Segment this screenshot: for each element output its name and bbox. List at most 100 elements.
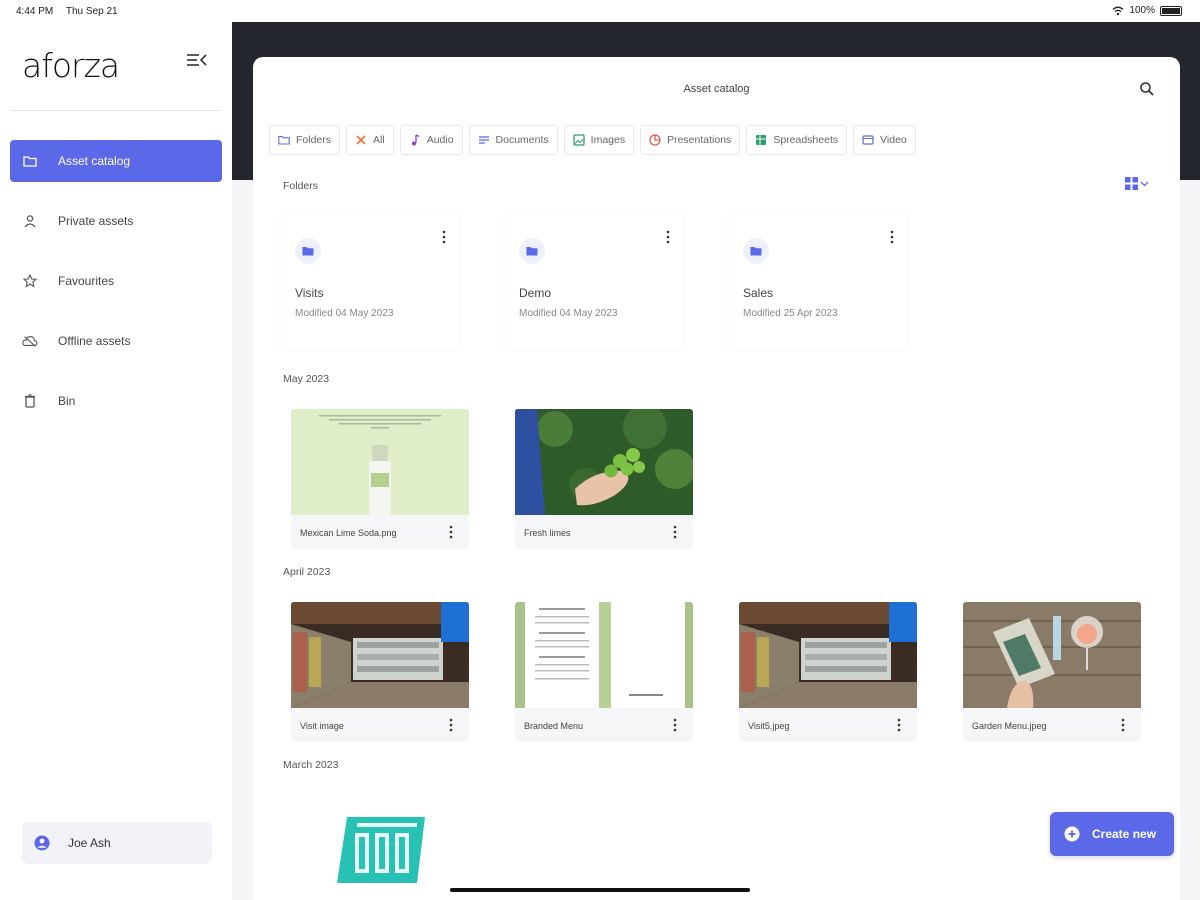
folder-card[interactable]: Visits Modified 04 May 2023 — [281, 212, 459, 350]
asset-thumbnail — [739, 602, 917, 708]
sidebar-item-private-assets[interactable]: Private assets — [10, 200, 222, 242]
asset-card[interactable]: Visit image — [291, 602, 469, 742]
folder-modified: Modified 25 Apr 2023 — [743, 308, 838, 319]
search-icon[interactable] — [1139, 81, 1155, 97]
asset-thumbnail — [291, 602, 469, 708]
more-options-icon[interactable] — [896, 718, 902, 732]
asset-name: Fresh limes — [524, 528, 571, 538]
sidebar-item-label: Favourites — [58, 274, 115, 288]
sidebar-item-label: Asset catalog — [58, 154, 131, 168]
folder-icon — [278, 134, 290, 146]
filter-label: Folders — [296, 134, 332, 146]
sidebar-item-label: Offline assets — [58, 334, 131, 348]
filter-label: Presentations — [667, 134, 732, 146]
filter-video[interactable]: Video — [853, 125, 916, 155]
folder-icon — [519, 238, 545, 264]
all-icon — [355, 134, 367, 146]
folder-card[interactable]: Sales Modified 25 Apr 2023 — [729, 212, 907, 350]
filter-label: Video — [880, 134, 907, 146]
presentation-icon — [649, 134, 661, 146]
sidebar: aforza Asset catalog Private assets Favo… — [0, 22, 232, 900]
filter-all[interactable]: All — [346, 125, 394, 155]
folder-modified: Modified 04 May 2023 — [295, 308, 394, 319]
more-options-icon[interactable] — [1120, 718, 1126, 732]
filter-folders[interactable]: Folders — [269, 125, 341, 155]
bin-icon — [22, 393, 38, 409]
sidebar-item-favourites[interactable]: Favourites — [10, 260, 222, 302]
asset-thumbnail — [515, 409, 693, 515]
spreadsheet-icon — [755, 134, 767, 146]
view-toggle-button[interactable] — [1125, 177, 1149, 190]
more-options-icon[interactable] — [448, 525, 454, 539]
filter-label: Images — [590, 134, 626, 146]
asset-name: Visit image — [300, 721, 344, 731]
asset-name: Branded Menu — [524, 721, 584, 731]
more-options-icon[interactable] — [889, 230, 895, 244]
section-label-may-2023: May 2023 — [283, 373, 330, 385]
asset-card[interactable]: Mexican Lime Soda.png — [291, 409, 469, 549]
folder-name: Sales — [743, 286, 774, 300]
sidebar-item-label: Private assets — [58, 214, 134, 228]
person-icon — [22, 213, 38, 229]
grid-view-icon — [1125, 177, 1138, 190]
music-note-icon — [409, 134, 421, 146]
sidebar-item-asset-catalog[interactable]: Asset catalog — [10, 140, 222, 182]
document-icon — [478, 134, 490, 146]
video-icon — [862, 134, 874, 146]
filter-spreadsheets[interactable]: Spreadsheets — [746, 125, 848, 155]
folder-card[interactable]: Demo Modified 04 May 2023 — [505, 212, 683, 350]
folder-icon — [295, 238, 321, 264]
collapse-sidebar-icon[interactable] — [186, 52, 208, 68]
section-label-march-2023: March 2023 — [283, 759, 339, 771]
create-new-label: Create new — [1092, 827, 1157, 841]
asset-name: Garden Menu.jpeg — [972, 721, 1047, 731]
asset-card[interactable]: Branded Menu — [515, 602, 693, 742]
asset-thumbnail — [291, 409, 469, 515]
add-circle-icon — [1064, 826, 1080, 842]
asset-thumbnail — [515, 602, 693, 708]
filter-label: Audio — [426, 134, 454, 146]
app-logo: aforza — [22, 46, 120, 85]
battery-icon — [1160, 5, 1182, 16]
filter-label: All — [373, 134, 385, 146]
filter-label: Documents — [495, 134, 549, 146]
sidebar-item-label: Bin — [58, 394, 76, 408]
wifi-icon — [1112, 6, 1124, 15]
asset-thumbnail-partial[interactable] — [337, 817, 429, 883]
asset-thumbnail — [963, 602, 1141, 708]
more-options-icon[interactable] — [448, 718, 454, 732]
sidebar-divider — [10, 110, 220, 111]
folder-icon — [743, 238, 769, 264]
filter-audio[interactable]: Audio — [399, 125, 463, 155]
asset-card[interactable]: Visit5.jpeg — [739, 602, 917, 742]
asset-name: Mexican Lime Soda.png — [300, 528, 397, 538]
home-indicator — [450, 888, 750, 892]
more-options-icon[interactable] — [665, 230, 671, 244]
more-options-icon[interactable] — [441, 230, 447, 244]
status-date: Thu Sep 21 — [65, 6, 118, 17]
filter-presentations[interactable]: Presentations — [640, 125, 741, 155]
user-profile-button[interactable]: Joe Ash — [22, 822, 212, 864]
user-avatar-icon — [34, 835, 50, 851]
create-new-button[interactable]: Create new — [1050, 812, 1174, 856]
folder-icon — [22, 153, 38, 169]
battery-percent: 100% — [1129, 5, 1155, 16]
more-options-icon[interactable] — [672, 525, 678, 539]
more-options-icon[interactable] — [672, 718, 678, 732]
filter-chips: Folders All Audio Documents Images Prese… — [269, 125, 916, 155]
section-label-folders: Folders — [283, 180, 319, 192]
status-bar: 4:44 PM Thu Sep 21 100% — [0, 0, 1200, 22]
cloud-offline-icon — [22, 333, 38, 349]
section-label-april-2023: April 2023 — [283, 566, 331, 578]
filter-images[interactable]: Images — [563, 125, 635, 155]
sidebar-item-bin[interactable]: Bin — [10, 380, 222, 422]
asset-card[interactable]: Garden Menu.jpeg — [963, 602, 1141, 742]
page-title: Asset catalog — [683, 83, 750, 95]
sidebar-item-offline-assets[interactable]: Offline assets — [10, 320, 222, 362]
folder-modified: Modified 04 May 2023 — [519, 308, 618, 319]
star-icon — [22, 273, 38, 289]
filter-documents[interactable]: Documents — [468, 125, 558, 155]
image-icon — [573, 134, 585, 146]
sidebar-nav: Asset catalog Private assets Favourites … — [10, 140, 222, 440]
asset-card[interactable]: Fresh limes — [515, 409, 693, 549]
